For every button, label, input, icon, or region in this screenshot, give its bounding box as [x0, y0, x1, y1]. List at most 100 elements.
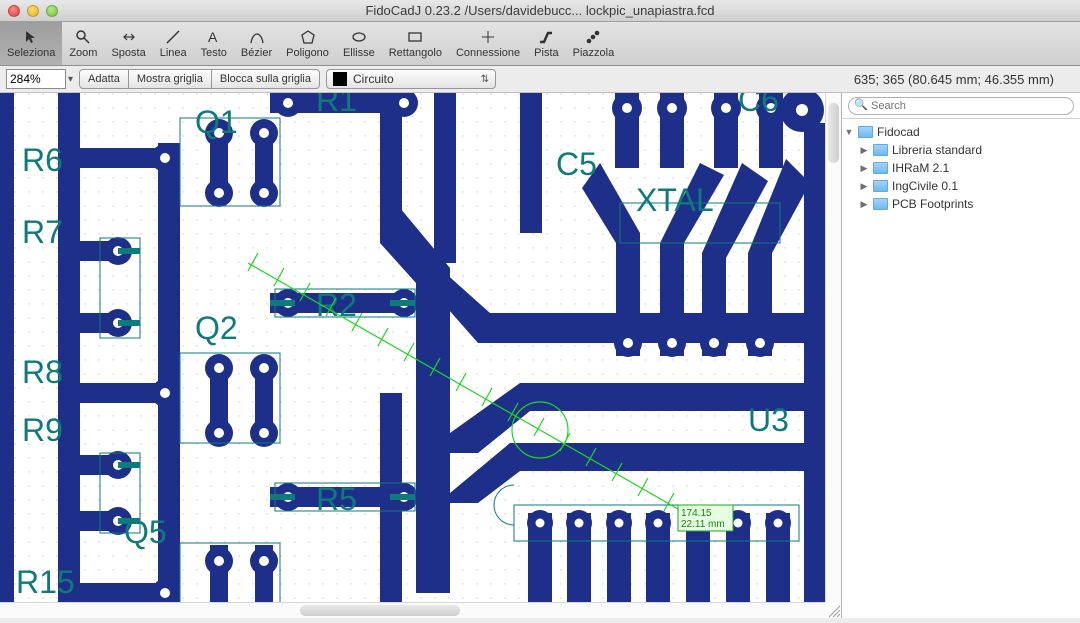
tool-label: Pista: [534, 47, 558, 59]
snap-grid-button[interactable]: Blocca sulla griglia: [212, 69, 320, 89]
folder-icon: [858, 126, 873, 138]
bezier-icon: [241, 28, 272, 46]
svg-text:22.11 mm: 22.11 mm: [681, 519, 725, 530]
rect-icon: [389, 28, 442, 46]
drawing-canvas[interactable]: R6 R7 R8 R9 R15 Q1 Q2 Q5 R2 R5 R1 C5 XTA…: [0, 93, 825, 602]
poly-icon: [286, 28, 329, 46]
track-icon: [534, 28, 558, 46]
zoom-input[interactable]: [6, 69, 66, 89]
folder-icon: [873, 180, 888, 192]
library-panel: 🔍 ▼ Fidocad ▶ Libreria standard ▶ IHRaM 2.1…: [842, 93, 1080, 618]
tool-bezier[interactable]: Bézier: [234, 22, 279, 65]
tool-line[interactable]: Linea: [153, 22, 194, 65]
tool-text[interactable]: A Testo: [194, 22, 234, 65]
label-c6: C6: [738, 93, 779, 118]
tool-ellipse[interactable]: Ellisse: [336, 22, 382, 65]
tool-label: Seleziona: [7, 47, 55, 59]
scrollbar-horizontal[interactable]: [0, 602, 825, 618]
option-bar: ▾ Adatta Mostra griglia Blocca sulla gri…: [0, 66, 1080, 93]
label-r6: R6: [22, 142, 63, 178]
pad-icon: [573, 28, 615, 46]
tool-rect[interactable]: Rettangolo: [382, 22, 449, 65]
disclosure-closed-icon[interactable]: ▶: [859, 145, 869, 156]
library-tree[interactable]: ▼ Fidocad ▶ Libreria standard ▶ IHRaM 2.1 ▶ I…: [842, 119, 1080, 618]
tree-item[interactable]: ▶PCB Footprints: [844, 195, 1078, 213]
measure-tooltip: 174.15 22.11 mm: [678, 505, 733, 531]
tool-label: Rettangolo: [389, 47, 442, 59]
svg-text:174.15: 174.15: [681, 508, 712, 519]
tool-label: Piazzola: [573, 47, 615, 59]
tool-label: Linea: [160, 47, 187, 59]
close-icon[interactable]: [8, 5, 20, 17]
disclosure-closed-icon[interactable]: ▶: [859, 163, 869, 174]
tool-conn[interactable]: Connessione: [449, 22, 527, 65]
main-area: R6 R7 R8 R9 R15 Q1 Q2 Q5 R2 R5 R1 C5 XTA…: [0, 93, 1080, 618]
tool-label: Bézier: [241, 47, 272, 59]
tool-label: Testo: [201, 47, 227, 59]
line-icon: [160, 28, 187, 46]
hand-icon: [111, 28, 145, 46]
tool-label: Connessione: [456, 47, 520, 59]
label-q5: Q5: [124, 514, 167, 550]
tree-root[interactable]: ▼ Fidocad: [844, 123, 1078, 141]
toolbar: Seleziona Zoom Sposta Linea A Testo Bézier Poli…: [0, 22, 1080, 66]
tool-track[interactable]: Pista: [527, 22, 565, 65]
layer-select[interactable]: Circuito ⇅: [326, 69, 496, 89]
titlebar: FidoCadJ 0.23.2 /Users/davidebucc... loc…: [0, 0, 1080, 22]
tool-label: Poligono: [286, 47, 329, 59]
canvas-area: R6 R7 R8 R9 R15 Q1 Q2 Q5 R2 R5 R1 C5 XTA…: [0, 93, 842, 618]
label-r8: R8: [22, 354, 63, 390]
conn-icon: [456, 28, 520, 46]
disclosure-closed-icon[interactable]: ▶: [859, 199, 869, 210]
folder-icon: [873, 198, 888, 210]
label-r15: R15: [16, 564, 75, 600]
tool-pad[interactable]: Piazzola: [566, 22, 622, 65]
tree-item[interactable]: ▶ IngCivile 0.1: [844, 177, 1078, 195]
folder-icon: [873, 144, 888, 156]
cursor-coordinates: 635; 365 (80.645 mm; 46.355 mm): [854, 72, 1074, 87]
label-r9: R9: [22, 412, 63, 448]
cursor-icon: [7, 28, 55, 46]
zoom-window-icon[interactable]: [46, 5, 58, 17]
tree-item[interactable]: ▶ IHRaM 2.1: [844, 159, 1078, 177]
tree-label: IHRaM 2.1: [892, 161, 949, 175]
tree-label: Libreria standard: [892, 143, 982, 157]
search-icon: 🔍: [854, 98, 868, 111]
tool-poly[interactable]: Poligono: [279, 22, 336, 65]
label-r5: R5: [316, 481, 357, 517]
window-title: FidoCadJ 0.23.2 /Users/davidebucc... loc…: [0, 3, 1080, 18]
window-controls: [8, 5, 58, 17]
label-q1: Q1: [195, 104, 238, 140]
label-u3: U3: [748, 402, 789, 438]
label-c5: C5: [556, 146, 597, 182]
tool-label: Zoom: [69, 47, 97, 59]
layer-swatch-icon: [333, 72, 347, 86]
tool-zoom[interactable]: Zoom: [62, 22, 104, 65]
tree-label: Fidocad: [877, 125, 920, 139]
dropdown-arrow-icon[interactable]: ▾: [68, 74, 73, 85]
disclosure-open-icon[interactable]: ▼: [844, 127, 854, 137]
svg-text:A: A: [208, 29, 218, 45]
grid-segment: Adatta Mostra griglia Blocca sulla grigl…: [79, 69, 320, 89]
tool-label: Ellisse: [343, 47, 375, 59]
disclosure-closed-icon[interactable]: ▶: [859, 181, 869, 192]
minimize-icon[interactable]: [27, 5, 39, 17]
resize-handle-icon[interactable]: [825, 602, 841, 618]
tree-label: IngCivile 0.1: [892, 179, 958, 193]
text-icon: A: [201, 28, 227, 46]
label-xtal: XTAL: [636, 182, 714, 218]
folder-icon: [873, 162, 888, 174]
zoom-icon: [69, 28, 97, 46]
search-input[interactable]: [848, 97, 1074, 115]
label-r1: R1: [316, 93, 357, 118]
tool-cursor[interactable]: Seleziona: [0, 22, 62, 65]
search-bar: 🔍: [842, 93, 1080, 119]
layer-select-label: Circuito: [353, 72, 394, 86]
ellipse-icon: [343, 28, 375, 46]
show-grid-button[interactable]: Mostra griglia: [129, 69, 212, 89]
tool-hand[interactable]: Sposta: [104, 22, 152, 65]
scrollbar-vertical[interactable]: [825, 93, 841, 602]
label-r7: R7: [22, 214, 63, 250]
tree-item[interactable]: ▶ Libreria standard: [844, 141, 1078, 159]
fit-button[interactable]: Adatta: [79, 69, 129, 89]
